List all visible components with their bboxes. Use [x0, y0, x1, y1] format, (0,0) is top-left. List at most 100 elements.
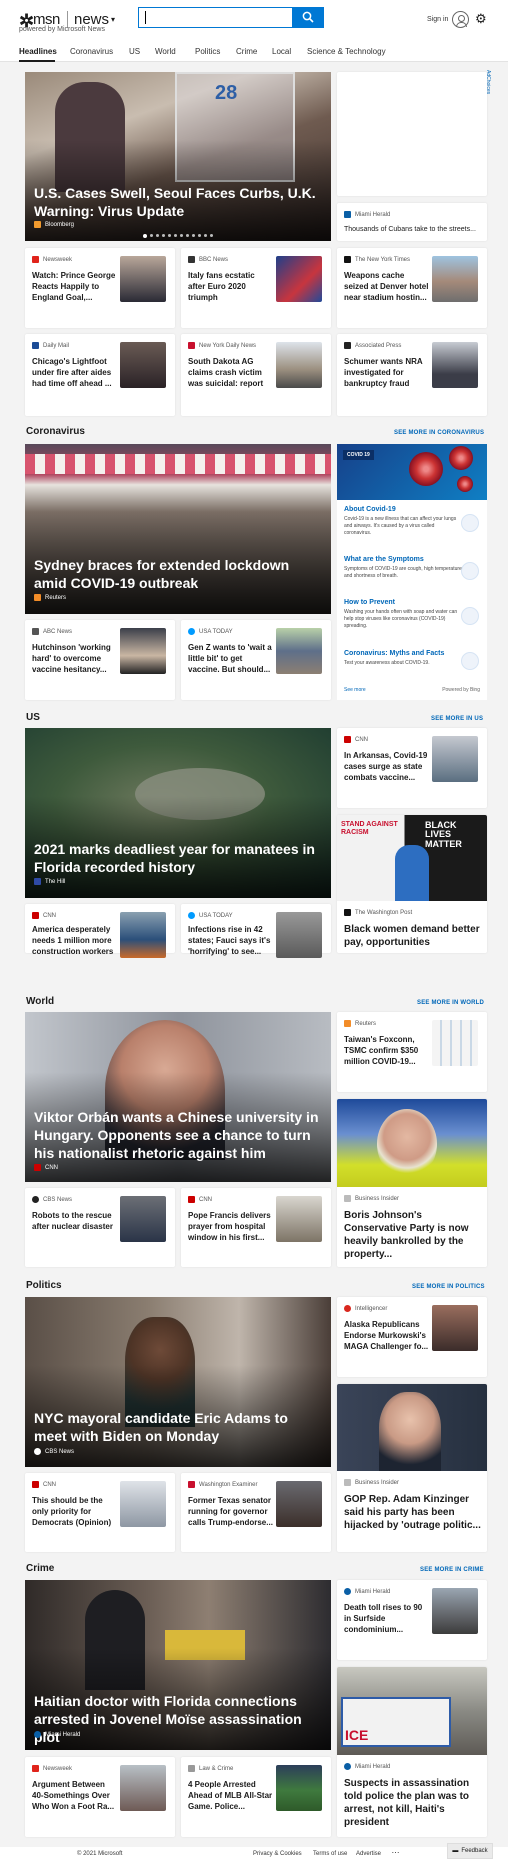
carousel-dot[interactable]	[180, 234, 183, 237]
news-card[interactable]: Reuters Taiwan's Foxconn, TSMC confirm $…	[337, 1012, 487, 1092]
see-more-politics-link[interactable]: SEE MORE IN POLITICS	[412, 1284, 485, 1290]
card-title[interactable]: Pope Francis delivers prayer from hospit…	[188, 1210, 273, 1243]
card-title[interactable]: Argument Between 40-Somethings Over Who …	[32, 1779, 117, 1812]
crime-hero-card[interactable]: Haitian doctor with Florida connections …	[25, 1580, 331, 1750]
card-title[interactable]: Watch: Prince George Reacts Happily to E…	[32, 270, 117, 303]
news-card[interactable]: CNN Pope Francis delivers prayer from ho…	[181, 1188, 331, 1267]
news-card-large[interactable]: Business Insider GOP Rep. Adam Kinzinger…	[337, 1384, 487, 1552]
card-title[interactable]: Hutchinson 'working hard' to overcome va…	[32, 642, 117, 675]
section-heading-us[interactable]: US	[26, 712, 40, 723]
news-card[interactable]: Washington Examiner Former Texas senator…	[181, 1473, 331, 1552]
card-title[interactable]: Former Texas senator running for governo…	[188, 1495, 273, 1528]
gear-icon[interactable]: ⚙	[475, 11, 487, 27]
card-title[interactable]: Gen Z wants to 'wait a little bit' to ge…	[188, 642, 273, 675]
hero-title[interactable]: U.S. Cases Swell, Seoul Faces Curbs, U.K…	[34, 184, 319, 220]
feedback-button[interactable]: ▬ Feedback	[447, 1843, 493, 1859]
ad-choices-link[interactable]: AdChoices	[485, 70, 491, 94]
card-title[interactable]: Black women demand better pay, opportuni…	[344, 923, 480, 949]
card-title[interactable]: In Arkansas, Covid-19 cases surge as sta…	[344, 750, 429, 783]
card-title[interactable]: Weapons cache seized at Denver hotel nea…	[344, 270, 429, 303]
nav-us[interactable]: US	[129, 47, 140, 56]
news-card[interactable]: CNN America desperately needs 1 million …	[25, 904, 175, 958]
carousel-dot[interactable]	[198, 234, 201, 237]
news-card[interactable]: New York Daily News South Dakota AG clai…	[181, 334, 331, 416]
politics-hero-card[interactable]: NYC mayoral candidate Eric Adams to meet…	[25, 1297, 331, 1467]
news-card-large[interactable]: ICE Miami Herald Suspects in assassinati…	[337, 1667, 487, 1837]
covid-item-symptoms[interactable]: What are the Symptoms Symptoms of COVID-1…	[344, 556, 462, 580]
hero-title[interactable]: Viktor Orbán wants a Chinese university …	[34, 1108, 319, 1163]
news-card[interactable]: Newsweek Watch: Prince George Reacts Hap…	[25, 248, 175, 328]
search-input[interactable]	[138, 7, 293, 28]
carousel-dot[interactable]	[204, 234, 207, 237]
privacy-link[interactable]: Privacy & Cookies	[253, 1851, 302, 1857]
card-title[interactable]: Taiwan's Foxconn, TSMC confirm $350 mill…	[344, 1034, 429, 1067]
card-title[interactable]: Alaska Republicans Endorse Murkowski's M…	[344, 1319, 429, 1352]
carousel-dot[interactable]	[156, 234, 159, 237]
ad-slot[interactable]	[337, 72, 487, 196]
nav-world[interactable]: World	[155, 47, 176, 56]
section-heading-crime[interactable]: Crime	[26, 1563, 54, 1574]
card-title[interactable]: Boris Johnson's Conservative Party is no…	[344, 1209, 482, 1261]
news-card[interactable]: Law & Crime 4 People Arrested Ahead of M…	[181, 1757, 331, 1837]
card-title[interactable]: Death toll rises to 90 in Surfside condo…	[344, 1602, 429, 1635]
news-card[interactable]: Newsweek Argument Between 40-Somethings …	[25, 1757, 175, 1837]
news-card[interactable]: Miami Herald Death toll rises to 90 in S…	[337, 1580, 487, 1660]
card-title[interactable]: GOP Rep. Adam Kinzinger said his party h…	[344, 1493, 482, 1532]
sign-in-link[interactable]: Sign in	[427, 16, 448, 23]
see-more-link[interactable]: See more	[344, 687, 366, 693]
news-card[interactable]: USA TODAY Gen Z wants to 'wait a little …	[181, 620, 331, 700]
carousel-dot[interactable]	[168, 234, 171, 237]
news-card[interactable]: CBS News Robots to the rescue after nucl…	[25, 1188, 175, 1267]
covid-item-about[interactable]: About Covid-19 Covid-19 is a new illness …	[344, 506, 462, 536]
world-hero-card[interactable]: Viktor Orbán wants a Chinese university …	[25, 1012, 331, 1182]
nav-local[interactable]: Local	[272, 47, 291, 56]
news-card[interactable]: Miami Herald Thousands of Cubans take to…	[337, 203, 487, 241]
news-card[interactable]: CNN In Arkansas, Covid-19 cases surge as…	[337, 728, 487, 808]
advertise-link[interactable]: Advertise	[356, 1851, 381, 1857]
card-title[interactable]: Italy fans ecstatic after Euro 2020 triu…	[188, 270, 273, 303]
section-heading-politics[interactable]: Politics	[26, 1280, 62, 1291]
news-card-large[interactable]: STAND AGAINST RACISM BLACK LIVES MATTER …	[337, 815, 487, 953]
nav-crime[interactable]: Crime	[236, 47, 257, 56]
carousel-dot[interactable]	[186, 234, 189, 237]
carousel-dot[interactable]	[192, 234, 195, 237]
see-more-us-link[interactable]: SEE MORE IN US	[431, 716, 483, 722]
news-card[interactable]: BBC News Italy fans ecstatic after Euro …	[181, 248, 331, 328]
news-card[interactable]: USA TODAY Infections rise in 42 states; …	[181, 904, 331, 958]
card-title[interactable]: Thousands of Cubans take to the streets.…	[344, 225, 476, 235]
carousel-dot-active[interactable]	[143, 234, 147, 238]
card-title[interactable]: Infections rise in 42 states; Fauci says…	[188, 924, 273, 957]
hero-title[interactable]: Haitian doctor with Florida connections …	[34, 1692, 319, 1747]
news-card[interactable]: ABC News Hutchinson 'working hard' to ov…	[25, 620, 175, 700]
news-card[interactable]: Daily Mail Chicago's Lightfoot under fir…	[25, 334, 175, 416]
card-title[interactable]: South Dakota AG claims crash victim was …	[188, 356, 273, 389]
see-more-coronavirus-link[interactable]: SEE MORE IN CORONAVIRUS	[394, 430, 484, 436]
top-hero-card[interactable]: 28 U.S. Cases Swell, Seoul Faces Curbs, …	[25, 72, 331, 241]
news-card[interactable]: Associated Press Schumer wants NRA inves…	[337, 334, 487, 416]
see-more-crime-link[interactable]: SEE MORE IN CRIME	[420, 1567, 484, 1573]
news-card[interactable]: The New York Times Weapons cache seized …	[337, 248, 487, 328]
carousel-dot[interactable]	[150, 234, 153, 237]
avatar-icon[interactable]	[452, 11, 469, 28]
nav-politics[interactable]: Politics	[195, 47, 220, 56]
us-hero-card[interactable]: 2021 marks deadliest year for manatees i…	[25, 728, 331, 898]
nav-coronavirus[interactable]: Coronavirus	[70, 47, 113, 56]
card-title[interactable]: Robots to the rescue after nuclear disas…	[32, 1210, 117, 1232]
card-title[interactable]: Suspects in assassination told police th…	[344, 1777, 482, 1829]
nav-science-technology[interactable]: Science & Technology	[307, 47, 386, 56]
chevron-down-icon[interactable]: ▾	[111, 15, 115, 24]
section-heading-world[interactable]: World	[26, 996, 54, 1007]
card-title[interactable]: America desperately needs 1 million more…	[32, 924, 117, 957]
see-more-world-link[interactable]: SEE MORE IN WORLD	[417, 1000, 484, 1006]
news-card[interactable]: Intelligencer Alaska Republicans Endorse…	[337, 1297, 487, 1377]
covid-item-prevent[interactable]: How to Prevent Washing your hands often w…	[344, 599, 462, 629]
hero-title[interactable]: NYC mayoral candidate Eric Adams to meet…	[34, 1409, 319, 1445]
search-button[interactable]	[293, 7, 324, 28]
hero-title[interactable]: 2021 marks deadliest year for manatees i…	[34, 840, 319, 876]
covid-item-myths[interactable]: Coronavirus: Myths and Facts Test your aw…	[344, 650, 462, 667]
news-card[interactable]: CNN This should be the only priority for…	[25, 1473, 175, 1552]
section-heading-coronavirus[interactable]: Coronavirus	[26, 426, 85, 437]
card-title[interactable]: Schumer wants NRA investigated for bankr…	[344, 356, 429, 389]
nav-headlines[interactable]: Headlines	[19, 47, 57, 56]
card-title[interactable]: This should be the only priority for Dem…	[32, 1495, 117, 1528]
